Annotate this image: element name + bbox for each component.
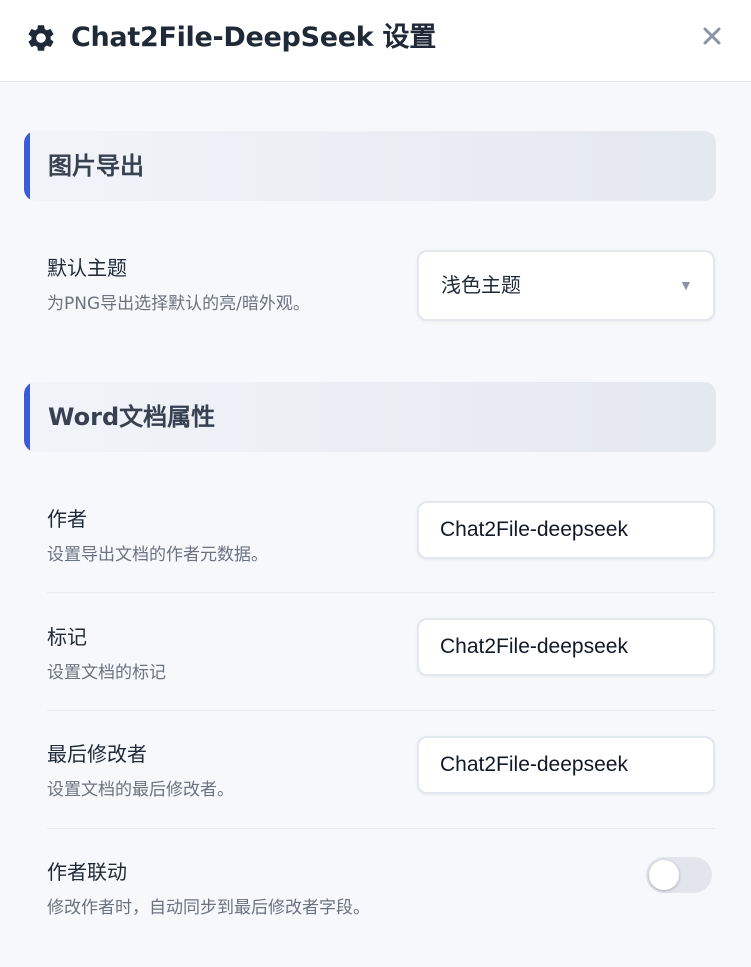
section-accent-bar xyxy=(24,131,30,201)
dropdown-arrow-icon: ▼ xyxy=(679,277,693,293)
setting-label-author: 作者 xyxy=(47,507,87,531)
row-divider xyxy=(47,710,715,711)
section-accent-bar xyxy=(24,382,30,452)
author-sync-toggle[interactable] xyxy=(646,857,712,893)
settings-title: Chat2File-DeepSeek 设置 xyxy=(71,22,436,53)
author-input[interactable] xyxy=(417,501,715,559)
setting-desc-author-sync: 修改作者时，自动同步到最后修改者字段。 xyxy=(47,898,370,918)
section-header-word-properties: Word文档属性 xyxy=(24,382,716,452)
last-modified-by-input[interactable] xyxy=(417,736,715,794)
section-title: 图片导出 xyxy=(48,152,144,180)
close-icon[interactable] xyxy=(694,18,730,54)
settings-header: Chat2File-DeepSeek 设置 xyxy=(0,0,751,82)
tag-input[interactable] xyxy=(417,618,715,676)
row-divider xyxy=(47,828,715,829)
toggle-knob xyxy=(649,860,679,890)
setting-desc-last-modified-by: 设置文档的最后修改者。 xyxy=(47,780,234,800)
row-divider xyxy=(47,592,715,593)
section-title: Word文档属性 xyxy=(48,403,216,431)
setting-desc-author: 设置导出文档的作者元数据。 xyxy=(47,545,268,565)
settings-panel: Chat2File-DeepSeek 设置 图片导出 默认主题 为PNG导出选择… xyxy=(0,0,751,967)
gear-icon xyxy=(28,25,54,51)
section-header-image-export: 图片导出 xyxy=(24,131,716,201)
theme-select-value: 浅色主题 xyxy=(441,273,521,297)
setting-label-default-theme: 默认主题 xyxy=(47,256,127,280)
setting-desc-tag: 设置文档的标记 xyxy=(47,663,166,683)
setting-desc-default-theme: 为PNG导出选择默认的亮/暗外观。 xyxy=(47,294,310,314)
theme-select[interactable]: 浅色主题 ▼ xyxy=(417,250,715,321)
setting-label-last-modified-by: 最后修改者 xyxy=(47,742,147,766)
setting-label-tag: 标记 xyxy=(47,625,87,649)
setting-label-author-sync: 作者联动 xyxy=(47,860,127,884)
